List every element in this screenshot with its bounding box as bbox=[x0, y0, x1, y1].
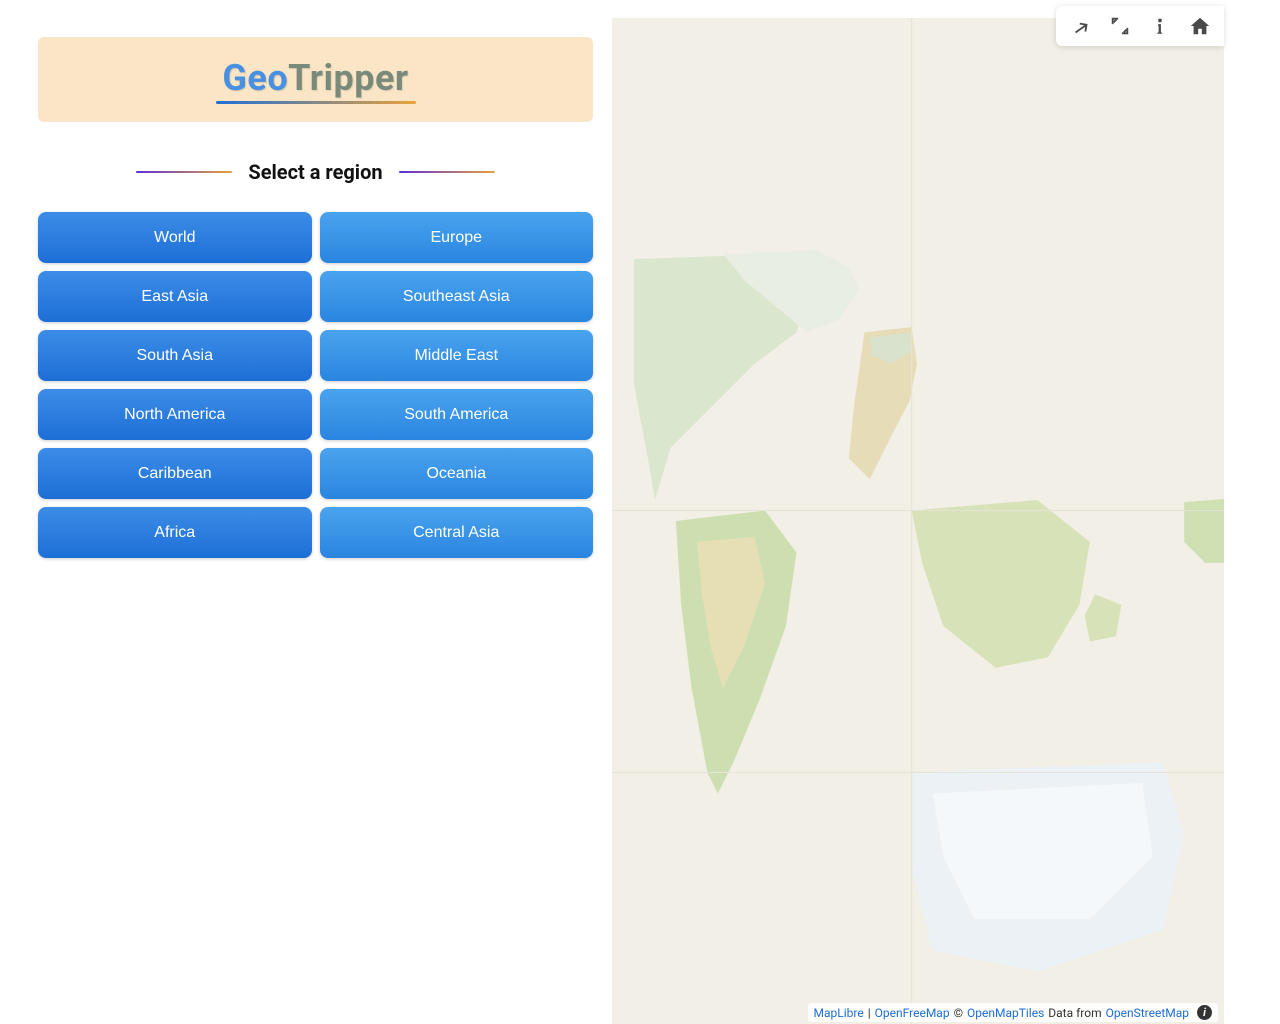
attribution-info-icon[interactable]: i bbox=[1197, 1005, 1212, 1020]
attribution-maplibre-link[interactable]: MapLibre bbox=[814, 1006, 864, 1020]
region-button-europe[interactable]: Europe bbox=[320, 212, 594, 263]
region-button-caribbean[interactable]: Caribbean bbox=[38, 448, 312, 499]
map-toolbar bbox=[1056, 6, 1224, 46]
attribution-openmaptiles-link[interactable]: OpenMapTiles bbox=[967, 1006, 1044, 1020]
region-button-world[interactable]: World bbox=[38, 212, 312, 263]
region-button-south-asia[interactable]: South Asia bbox=[38, 330, 312, 381]
attribution-separator: | bbox=[868, 1006, 871, 1020]
map-panel[interactable]: MapLibre | OpenFreeMap © OpenMapTiles Da… bbox=[612, 18, 1224, 1024]
attribution-openfreemap-link[interactable]: OpenFreeMap bbox=[875, 1006, 950, 1020]
left-panel: GeoTripper Select a region World Europe … bbox=[0, 18, 612, 1024]
region-button-north-america[interactable]: North America bbox=[38, 389, 312, 440]
fullscreen-icon bbox=[1109, 15, 1131, 37]
region-button-east-asia[interactable]: East Asia bbox=[38, 271, 312, 322]
heading-rule-right bbox=[399, 171, 495, 173]
fullscreen-button[interactable] bbox=[1106, 12, 1134, 40]
home-button[interactable] bbox=[1186, 12, 1214, 40]
region-button-south-america[interactable]: South America bbox=[320, 389, 594, 440]
info-icon bbox=[1149, 15, 1171, 37]
share-icon bbox=[1069, 15, 1091, 37]
share-button[interactable] bbox=[1066, 12, 1094, 40]
region-grid: World Europe East Asia Southeast Asia So… bbox=[38, 212, 593, 558]
logo-underline bbox=[216, 101, 416, 104]
region-button-africa[interactable]: Africa bbox=[38, 507, 312, 558]
logo-text-geo: Geo bbox=[222, 57, 288, 99]
region-button-central-asia[interactable]: Central Asia bbox=[320, 507, 594, 558]
heading-rule-left bbox=[136, 171, 232, 173]
map-attribution: MapLibre | OpenFreeMap © OpenMapTiles Da… bbox=[808, 1003, 1218, 1022]
info-button[interactable] bbox=[1146, 12, 1174, 40]
region-button-middle-east[interactable]: Middle East bbox=[320, 330, 594, 381]
region-button-oceania[interactable]: Oceania bbox=[320, 448, 594, 499]
attribution-data-from: Data from bbox=[1048, 1006, 1101, 1020]
home-icon bbox=[1189, 15, 1211, 37]
section-heading-row: Select a region bbox=[38, 160, 593, 184]
app-logo: GeoTripper bbox=[222, 57, 408, 99]
section-heading: Select a region bbox=[248, 160, 382, 184]
attribution-copyright: © bbox=[954, 1006, 963, 1020]
world-map bbox=[612, 18, 1224, 1024]
logo-banner: GeoTripper bbox=[38, 37, 593, 122]
attribution-osm-link[interactable]: OpenStreetMap bbox=[1106, 1006, 1189, 1020]
region-button-southeast-asia[interactable]: Southeast Asia bbox=[320, 271, 594, 322]
logo-text-tripper: Tripper bbox=[288, 57, 408, 99]
